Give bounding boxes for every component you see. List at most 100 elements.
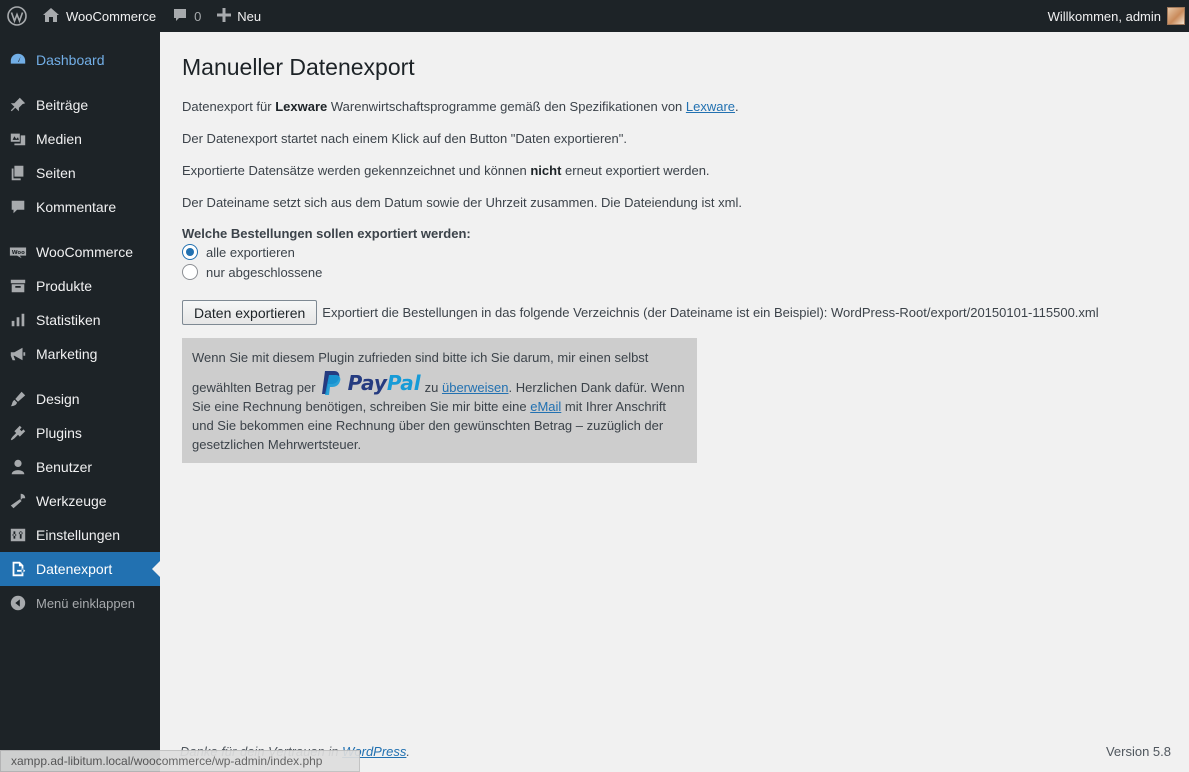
media-icon [0,130,36,148]
site-name: WooCommerce [66,8,157,24]
dashboard-icon [0,51,36,69]
intro-text-mid: Warenwirtschaftsprogramme gemäß den Spez… [327,99,686,114]
sidebar-item-label: Kommentare [36,199,117,215]
sidebar-item-seiten[interactable]: Seiten [0,156,160,190]
collapse-menu-button[interactable]: Menü einklappen [0,586,160,620]
sidebar-item-marketing[interactable]: Marketing [0,337,160,371]
sidebar-item-label: WooCommerce [36,244,133,260]
donate-line-3-text: Sie eine Rechnung benötigen, schreiben S… [192,399,531,414]
svg-text:Woo: Woo [12,250,25,256]
radio-all-row[interactable]: alle exportieren [182,244,295,260]
email-link[interactable]: eMail [530,399,561,414]
pages-icon [0,164,36,182]
radio-all[interactable] [182,244,198,260]
marked-text: Exportierte Datensätze werden gekennzeic… [182,163,531,178]
sidebar-item-werkzeuge[interactable]: Werkzeuge [0,484,160,518]
sidebar-item-plugins[interactable]: Plugins [0,416,160,450]
sidebar-item-label: Dashboard [36,52,105,68]
sidebar-item-label: Marketing [36,346,98,362]
admin-bar: WooCommerce 0 Neu Willkommen, admin [0,0,1189,32]
comments-count: 0 [194,8,202,24]
collapse-arrow-icon [0,594,36,612]
page-title: Manueller Datenexport [182,54,415,80]
export-button[interactable]: Daten exportieren [182,300,318,325]
donate-line-2-text: gewählten Betrag per [192,380,316,395]
sidebar-item-statistiken[interactable]: Statistiken [0,303,160,337]
user-icon [0,458,36,476]
sidebar-item-woocommerce[interactable]: Woo WooCommerce [0,235,160,269]
donate-line-3: Sie eine Rechnung benötigen, schreiben S… [192,397,687,416]
donate-line-4: und Sie bekommen eine Rechnung über den … [192,418,664,433]
intro-bold: Lexware [275,99,328,114]
marked-text-end: erneut exportiert werden. [561,163,710,178]
browser-status-bar: xampp.ad-libitum.local/woocommerce/wp-ad… [0,750,360,772]
sidebar-item-label: Medien [36,131,82,147]
comments-link[interactable]: 0 [164,0,209,32]
export-note: Exportiert die Bestellungen in das folge… [322,305,1099,320]
transfer-link[interactable]: überweisen [442,378,509,397]
wordpress-logo-icon[interactable] [0,0,34,32]
filename-paragraph: Der Dateiname setzt sich aus dem Datum s… [182,195,742,210]
donate-line-3-end: mit Ihrer Anschrift [561,399,667,414]
sidebar-item-label: Benutzer [36,459,93,475]
footer-version: Version 5.8 [1105,744,1171,759]
sidebar-item-label: Werkzeuge [36,493,107,509]
sidebar-item-design[interactable]: Design [0,382,160,416]
donate-line-5: gesetzlichen Mehrwertsteuer. [192,437,362,452]
radio-completed-label: nur abgeschlossene [206,264,323,280]
avatar [1167,7,1185,25]
footer-thanks-end: . [406,744,411,759]
sidebar-item-label: Beiträge [36,97,89,113]
plus-icon [217,7,232,25]
export-icon [0,560,36,578]
comment-icon [172,7,188,26]
sidebar-item-label: Produkte [36,278,93,294]
site-name-link[interactable]: WooCommerce [34,0,164,32]
wrench-icon [0,492,36,510]
chart-bar-icon [0,311,36,329]
sidebar-item-label: Datenexport [36,561,113,577]
marked-bold: nicht [530,163,562,178]
donate-line-1: Wenn Sie mit diesem Plugin zufrieden sin… [192,350,649,365]
my-account-link[interactable]: Willkommen, admin [1040,0,1189,32]
radio-completed[interactable] [182,264,198,280]
sidebar-item-produkte[interactable]: Produkte [0,269,160,303]
comment-icon [0,198,36,216]
sidebar-item-label: Plugins [36,425,82,441]
paypal-pal-text: Pal [386,370,421,395]
brush-icon [0,390,36,408]
radio-all-label: alle exportieren [206,244,295,260]
settings-icon [0,526,36,544]
greeting: Willkommen, admin [1047,8,1161,24]
sidebar-item-label: Statistiken [36,312,101,328]
sidebar-item-benutzer[interactable]: Benutzer [0,450,160,484]
radio-completed-row[interactable]: nur abgeschlossene [182,264,322,280]
admin-sidebar: Dashboard Beiträge Medien Seiten Komment… [0,32,160,772]
sidebar-item-datenexport[interactable]: Datenexport [0,552,160,586]
woo-icon: Woo [0,243,36,261]
paypal-logo[interactable]: PayPal [320,369,421,397]
archive-icon [0,277,36,295]
paypal-mark-icon [321,371,340,395]
collapse-menu-label: Menü einklappen [36,595,136,611]
sidebar-item-einstellungen[interactable]: Einstellungen [0,518,160,552]
export-row: Daten exportieren Exportiert die Bestell… [182,300,1099,325]
intro-text: Datenexport für [182,99,276,114]
donate-line-2-end: . Herzlichen Dank dafür. Wenn [508,380,685,395]
export-question-label: Welche Bestellungen sollen exportiert we… [182,226,471,241]
intro-text-end: . [735,99,739,114]
sidebar-item-label: Seiten [36,165,76,181]
lexware-link[interactable]: Lexware [686,99,735,114]
pin-icon [0,96,36,114]
plugin-icon [0,424,36,442]
sidebar-item-beitraege[interactable]: Beiträge [0,88,160,122]
sidebar-item-medien[interactable]: Medien [0,122,160,156]
sidebar-item-kommentare[interactable]: Kommentare [0,190,160,224]
donate-zu: zu [424,380,439,395]
intro-paragraph: Datenexport für Lexware Warenwirtschafts… [182,99,739,114]
marked-paragraph: Exportierte Datensätze werden gekennzeic… [182,163,710,178]
donate-line-2: gewählten Betrag per PayPal zu überweise… [192,369,687,397]
new-content-link[interactable]: Neu [209,0,269,32]
sidebar-item-dashboard[interactable]: Dashboard [0,43,160,77]
sidebar-item-label: Einstellungen [36,527,121,543]
